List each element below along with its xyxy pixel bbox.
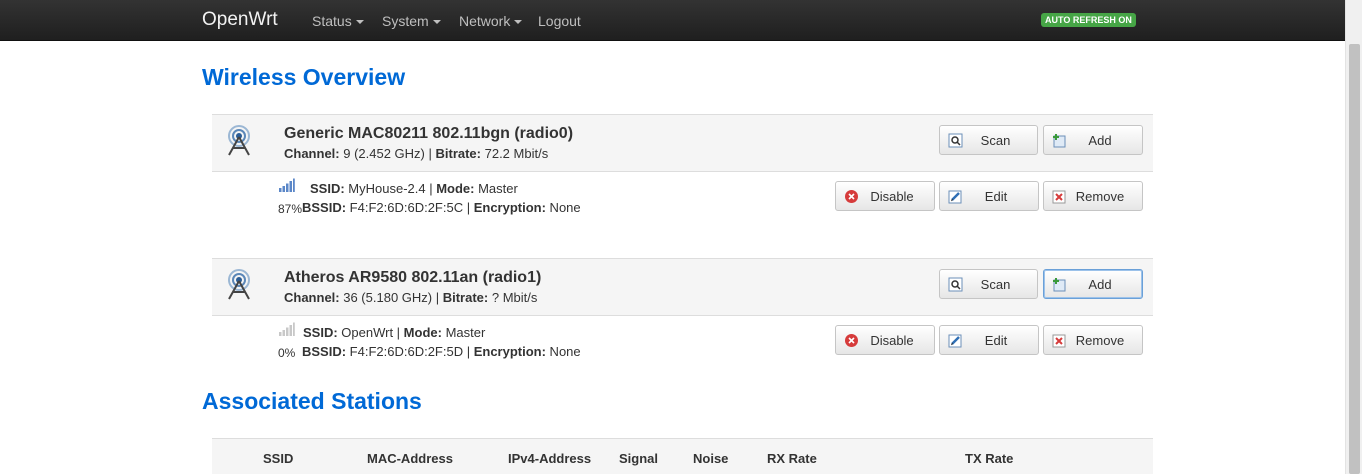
- network-bssid-line: BSSID: F4:F2:6D:6D:2F:5C | Encryption: N…: [302, 200, 581, 215]
- remove-button[interactable]: Remove: [1043, 181, 1143, 211]
- menu-system-label: System: [382, 13, 429, 29]
- network-bssid-line: BSSID: F4:F2:6D:6D:2F:5D | Encryption: N…: [302, 344, 581, 359]
- menu-status[interactable]: Status: [312, 13, 364, 29]
- disable-button[interactable]: Disable: [835, 181, 935, 211]
- menu-logout[interactable]: Logout: [538, 13, 581, 29]
- disable-button[interactable]: Disable: [835, 325, 935, 355]
- mode-label: Mode:: [403, 325, 442, 340]
- signal-strength-icon: [279, 322, 295, 336]
- channel-label: Channel:: [284, 146, 340, 161]
- remove-button[interactable]: Remove: [1043, 325, 1143, 355]
- column-header-rx-rate: RX Rate: [767, 451, 817, 466]
- menu-system[interactable]: System: [382, 13, 441, 29]
- bitrate-label: Bitrate:: [435, 146, 481, 161]
- add-button-label: Add: [1088, 133, 1112, 148]
- column-header-mac: MAC-Address: [367, 451, 453, 466]
- edit-button[interactable]: Edit: [939, 181, 1039, 211]
- ssid-label: SSID:: [310, 181, 345, 196]
- radio-title: Atheros AR9580 802.11an (radio1): [284, 269, 542, 286]
- scan-button[interactable]: Scan: [939, 269, 1038, 299]
- add-button[interactable]: Add: [1043, 269, 1143, 299]
- bitrate-value: ? Mbit/s: [488, 290, 538, 305]
- channel-value: 9 (2.452 GHz) |: [339, 146, 436, 161]
- channel-label: Channel:: [284, 290, 340, 305]
- bssid-value: F4:F2:6D:6D:2F:5D |: [346, 344, 474, 359]
- bssid-value: F4:F2:6D:6D:2F:5C |: [346, 200, 474, 215]
- mode-value: Master: [441, 325, 486, 340]
- wifi-radio-icon: [228, 269, 250, 300]
- column-header-tx-rate: TX Rate: [965, 451, 1014, 466]
- column-header-ipv4: IPv4-Address: [508, 451, 592, 466]
- page-scrollbar[interactable]: [1345, 0, 1362, 474]
- channel-value: 36 (5.180 GHz) |: [339, 290, 443, 305]
- mode-value: Master: [474, 181, 518, 196]
- chevron-down-icon: [514, 20, 523, 25]
- radio-info: Channel: 36 (5.180 GHz) | Bitrate: ? Mbi…: [284, 290, 537, 305]
- network-row: 0% SSID: OpenWrt | Mode: Master BSSID: F…: [212, 317, 1153, 377]
- bssid-label: BSSID:: [302, 344, 347, 359]
- menu-network-label: Network: [459, 13, 511, 29]
- radio-title: Generic MAC80211 802.11bgn (radio0): [284, 125, 574, 142]
- page-title: Wireless Overview: [202, 64, 406, 90]
- remove-button-label: Remove: [1075, 189, 1125, 204]
- ssid-value: MyHouse-2.4 |: [344, 181, 437, 196]
- encryption-label: Encryption:: [473, 200, 546, 215]
- stations-table-header: SSID MAC-Address IPv4-Address Signal Noi…: [212, 438, 1153, 474]
- encryption-label: Encryption:: [473, 344, 546, 359]
- column-header-noise: Noise: [693, 451, 729, 466]
- signal-percent: 87%: [278, 202, 303, 216]
- edit-button-label: Edit: [984, 189, 1008, 204]
- network-ssid-line: SSID: MyHouse-2.4 | Mode: Master: [310, 181, 518, 196]
- wifi-radio-icon: [228, 125, 250, 156]
- disable-button-label: Disable: [870, 333, 914, 348]
- scan-button-label: Scan: [980, 277, 1011, 292]
- signal-percent: 0%: [278, 346, 296, 360]
- auto-refresh-toggle[interactable]: AUTO REFRESH ON: [1041, 13, 1136, 27]
- encryption-value: None: [545, 344, 581, 359]
- add-button-label: Add: [1088, 277, 1112, 292]
- edit-button-label: Edit: [984, 333, 1008, 348]
- disable-button-label: Disable: [870, 189, 914, 204]
- edit-button[interactable]: Edit: [939, 325, 1039, 355]
- bssid-label: BSSID:: [302, 200, 347, 215]
- scan-button[interactable]: Scan: [939, 125, 1038, 155]
- brand-logo[interactable]: OpenWrt: [202, 9, 278, 31]
- radio-header: Atheros AR9580 802.11an (radio1) Channel…: [212, 258, 1153, 316]
- menu-status-label: Status: [312, 13, 352, 29]
- scrollbar-thumb[interactable]: [1349, 44, 1360, 474]
- bitrate-label: Bitrate:: [442, 290, 489, 305]
- signal-strength-icon: [279, 178, 295, 192]
- mode-label: Mode:: [436, 181, 475, 196]
- scan-button-label: Scan: [980, 133, 1011, 148]
- chevron-down-icon: [432, 20, 441, 25]
- chevron-down-icon: [355, 20, 364, 25]
- column-header-signal: Signal: [619, 451, 659, 466]
- menu-network[interactable]: Network: [459, 13, 523, 29]
- ssid-value: OpenWrt |: [337, 325, 404, 340]
- top-navbar: OpenWrt Status System Network Logout AUT…: [0, 0, 1345, 41]
- ssid-label: SSID:: [303, 325, 338, 340]
- radio-info: Channel: 9 (2.452 GHz) | Bitrate: 72.2 M…: [284, 146, 548, 161]
- encryption-value: None: [545, 200, 581, 215]
- bitrate-value: 72.2 Mbit/s: [481, 146, 549, 161]
- column-header-ssid: SSID: [263, 451, 294, 466]
- stations-title: Associated Stations: [202, 388, 422, 414]
- radio-header: Generic MAC80211 802.11bgn (radio0) Chan…: [212, 114, 1153, 172]
- add-button[interactable]: Add: [1043, 125, 1143, 155]
- remove-button-label: Remove: [1075, 333, 1125, 348]
- network-ssid-line: SSID: OpenWrt | Mode: Master: [303, 325, 485, 340]
- network-row: 87% SSID: MyHouse-2.4 | Mode: Master BSS…: [212, 173, 1153, 233]
